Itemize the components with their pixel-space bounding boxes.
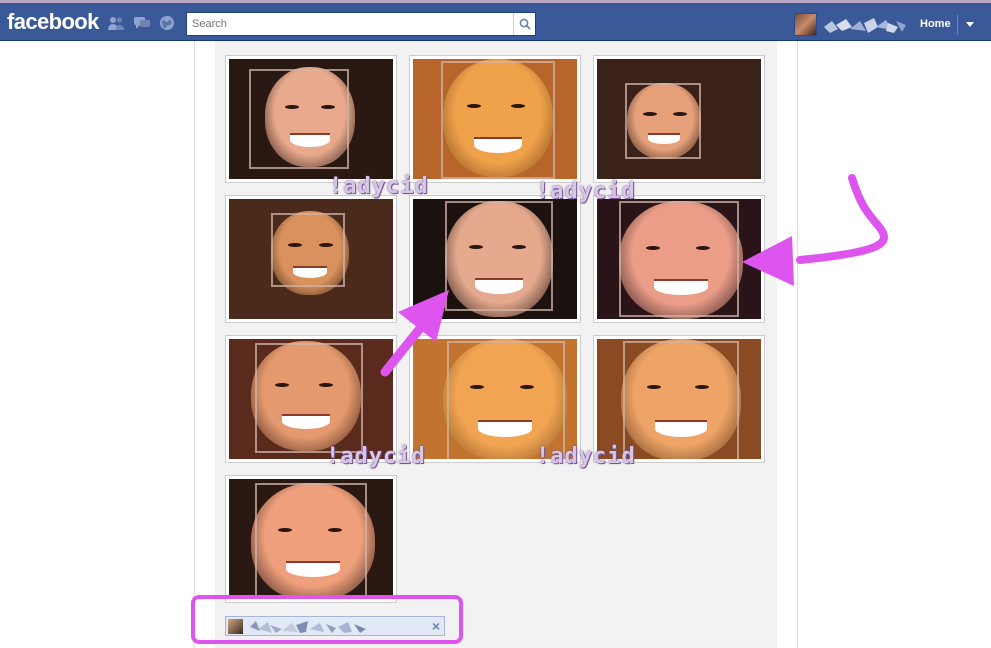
tag-name-redacted[interactable] (248, 619, 378, 634)
tag-avatar (228, 619, 243, 634)
photo-tag-item[interactable]: × (225, 616, 445, 636)
remove-tag-button[interactable]: × (432, 617, 440, 635)
annotation-arrow-diagonal (380, 290, 449, 377)
annotation-arrow-curved (742, 174, 888, 286)
facebook-photo-page: facebook H (0, 0, 991, 648)
annotation-arrows (380, 174, 888, 377)
